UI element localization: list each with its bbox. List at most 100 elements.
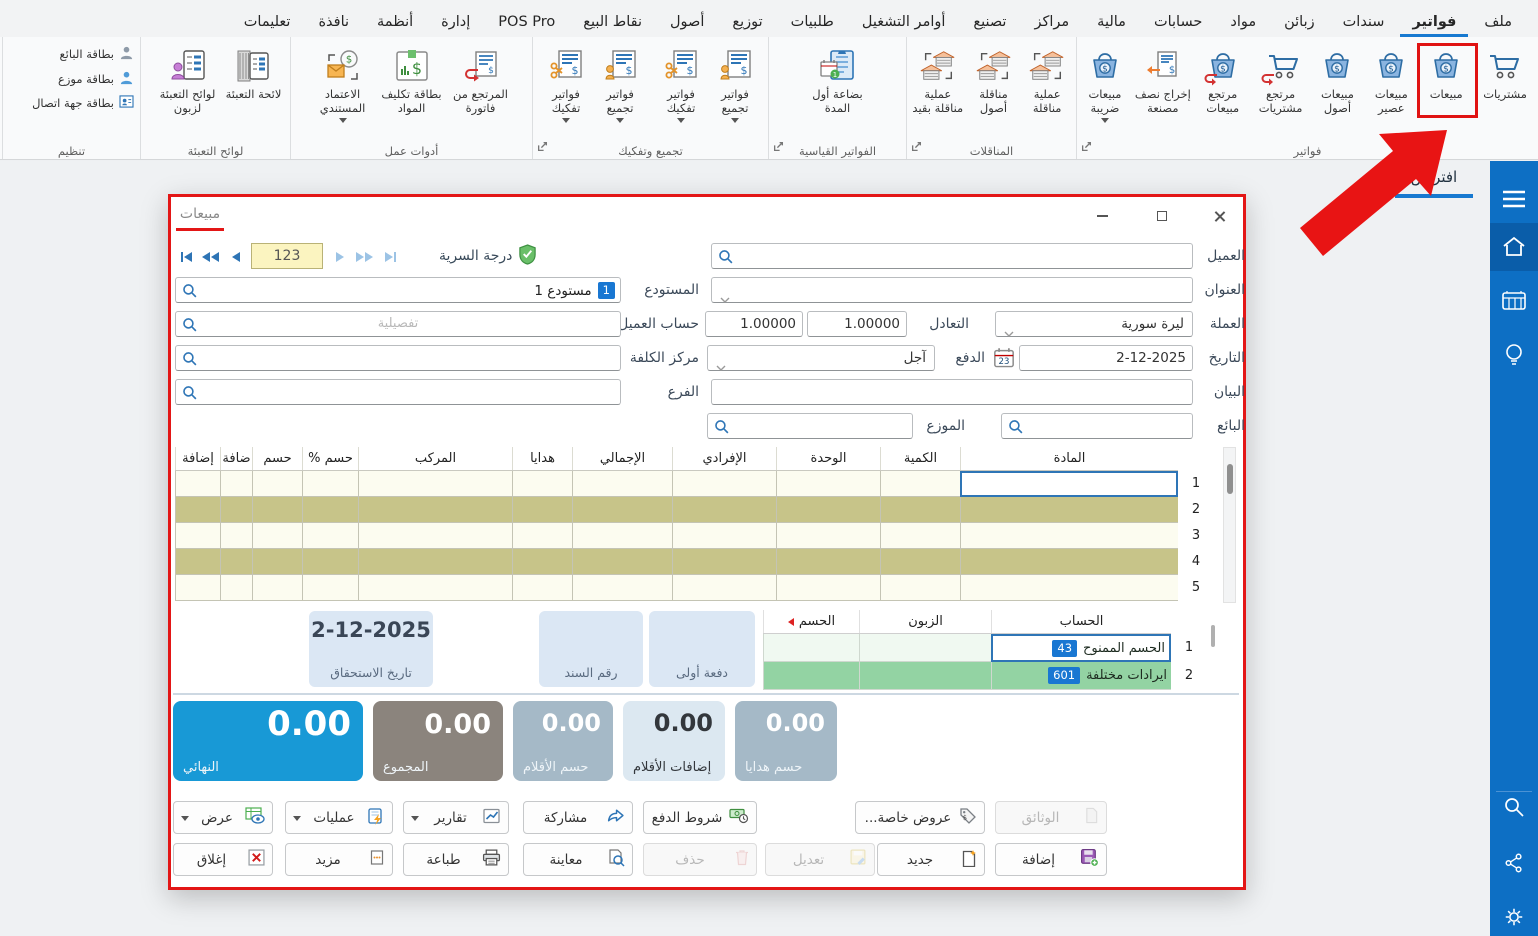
menu-tab-administration[interactable]: إدارة <box>429 6 482 37</box>
grid-cell[interactable] <box>252 575 302 601</box>
grid-cell-focused[interactable] <box>960 471 1178 497</box>
parity-input-1[interactable]: 1.00000 <box>807 311 907 337</box>
col-total[interactable]: الإجمالي <box>572 447 672 470</box>
nav-fast-back-button[interactable] <box>199 245 221 269</box>
menu-tab-assets[interactable]: أصول <box>658 6 716 37</box>
contact-card-button[interactable]: بطاقة جهة اتصال <box>32 95 134 111</box>
col-discount[interactable]: حسم <box>252 447 302 470</box>
customer-packing-lists-button[interactable]: لوائح التعبئة لزبون <box>150 40 226 116</box>
grid-cell[interactable] <box>572 497 672 523</box>
grid-cell[interactable] <box>358 523 512 549</box>
date-input[interactable]: 2-12-2025 <box>1019 345 1193 371</box>
grid-cell[interactable] <box>672 523 776 549</box>
grid-cell[interactable] <box>302 575 358 601</box>
minimize-button[interactable] <box>1091 207 1113 225</box>
asset-transfer-button[interactable]: مناقلة أصول <box>967 40 1021 116</box>
col-unit-price[interactable]: الإفرادي <box>672 447 776 470</box>
grid-cell[interactable] <box>302 523 358 549</box>
grid-cell[interactable] <box>175 575 220 601</box>
nav-first-record-button[interactable] <box>175 245 197 269</box>
col-addition[interactable]: إضافة <box>175 447 220 470</box>
transfer-with-entry-button[interactable]: عملية مناقلة بقيد <box>909 40 967 116</box>
col-gifts[interactable]: هدايا <box>512 447 572 470</box>
grid-cell[interactable] <box>572 471 672 497</box>
dialog-launcher-icon[interactable] <box>537 137 548 156</box>
grid-cell[interactable] <box>572 549 672 575</box>
grid-cell[interactable] <box>512 523 572 549</box>
nav-last-record-button[interactable] <box>379 245 401 269</box>
grid-cell[interactable] <box>572 575 672 601</box>
due-date-box[interactable]: 2-12-2025 تاريخ الاستحقاق <box>309 611 433 687</box>
items-grid-scrollbar[interactable] <box>1223 447 1236 603</box>
semi-finished-output-button[interactable]: $ إخراج نصف مصنعة <box>1131 40 1195 116</box>
col-material[interactable]: المادة <box>960 447 1178 470</box>
dialog-launcher-icon[interactable] <box>911 137 922 156</box>
grid-cell[interactable] <box>175 549 220 575</box>
menu-tab-orders[interactable]: طلبيات <box>779 6 846 37</box>
menu-tab-manufacturing[interactable]: تصنيع <box>961 6 1018 37</box>
packing-list-button[interactable]: لائحة التعبئة <box>226 40 282 102</box>
tax-sales-button[interactable]: $ مبيعات ضريبة <box>1079 40 1131 123</box>
grid-cell[interactable] <box>220 523 252 549</box>
view-button[interactable]: عرض <box>173 801 273 834</box>
grid-cell[interactable] <box>175 471 220 497</box>
menu-tab-help[interactable]: تعليمات <box>232 6 303 37</box>
grid-cell[interactable] <box>220 497 252 523</box>
grid-cell[interactable] <box>512 575 572 601</box>
menu-tab-vouchers[interactable]: سندات <box>1331 6 1397 37</box>
material-cost-card-button[interactable]: $ بطاقة تكليف المواد <box>376 40 448 116</box>
grid-cell[interactable] <box>776 575 880 601</box>
add-button[interactable]: إضافة <box>995 843 1107 876</box>
asset-sales-button[interactable]: $ مبيعات أصول <box>1311 40 1365 116</box>
grid-cell[interactable] <box>302 497 358 523</box>
disassembly-invoices-button-2[interactable]: $ فواتير تفكيك <box>539 40 593 123</box>
menu-tab-window[interactable]: نافذة <box>306 6 361 37</box>
menu-tab-accounts[interactable]: حسابات <box>1142 6 1214 37</box>
grid-cell[interactable] <box>302 471 358 497</box>
purchases-button[interactable]: مشتريات <box>1474 40 1536 102</box>
juice-sales-button[interactable]: $ مبيعات عصير <box>1364 40 1418 116</box>
distributor-card-button[interactable]: بطاقة موزع <box>58 70 134 88</box>
grid-cell[interactable] <box>880 471 960 497</box>
col-customer[interactable]: الزبون <box>859 610 991 633</box>
col-compound[interactable]: المركب <box>358 447 512 470</box>
menu-tab-file[interactable]: ملف <box>1472 6 1524 37</box>
grid-cell[interactable] <box>220 575 252 601</box>
grid-cell[interactable] <box>776 471 880 497</box>
grid-cell[interactable] <box>672 575 776 601</box>
grid-cell[interactable] <box>252 497 302 523</box>
grid-cell[interactable] <box>880 549 960 575</box>
calendar-icon[interactable] <box>1490 277 1538 325</box>
accounts-scrollbar-thumb[interactable] <box>1211 625 1215 647</box>
calendar-picker-icon[interactable]: 23 <box>993 347 1015 373</box>
payment-terms-button[interactable]: شروط الدفع <box>643 801 757 834</box>
distributor-input[interactable] <box>707 413 913 439</box>
col-quantity[interactable]: الكمية <box>880 447 960 470</box>
grid-cell[interactable] <box>880 575 960 601</box>
grid-cell[interactable] <box>252 471 302 497</box>
hamburger-menu-icon[interactable] <box>1490 175 1538 223</box>
cost-center-input[interactable] <box>175 345 621 371</box>
col-discount-percent[interactable]: حسم % <box>302 447 358 470</box>
parity-input-2[interactable]: 1.00000 <box>705 311 803 337</box>
assembly-invoices-button-2[interactable]: $ فواتير تجميع <box>593 40 647 123</box>
currency-combobox[interactable]: ليرة سورية <box>995 311 1193 337</box>
grid-cell[interactable] <box>358 549 512 575</box>
grid-cell[interactable] <box>960 549 1178 575</box>
grid-cell[interactable] <box>220 471 252 497</box>
assembly-invoices-button[interactable]: $ فواتير تجميع <box>708 40 762 123</box>
more-button[interactable]: مزيد <box>285 843 393 876</box>
col-discount-acc[interactable]: الحسم <box>763 610 859 633</box>
special-offers-button[interactable]: $ عروض خاصة... <box>855 801 985 834</box>
edit-button[interactable]: تعديل <box>765 843 875 876</box>
grid-cell[interactable] <box>175 523 220 549</box>
search-icon[interactable] <box>1490 783 1538 831</box>
grid-cell[interactable] <box>672 471 776 497</box>
print-button[interactable]: طباعة <box>403 843 509 876</box>
menu-tab-systems[interactable]: أنظمة <box>365 6 425 37</box>
grid-cell[interactable] <box>880 523 960 549</box>
new-button[interactable]: جديد <box>877 843 985 876</box>
close-button[interactable]: إغلاق <box>173 843 273 876</box>
account-cell[interactable]: الحسم الممنوح43 <box>991 634 1171 662</box>
nav-next-record-button[interactable] <box>329 245 351 269</box>
